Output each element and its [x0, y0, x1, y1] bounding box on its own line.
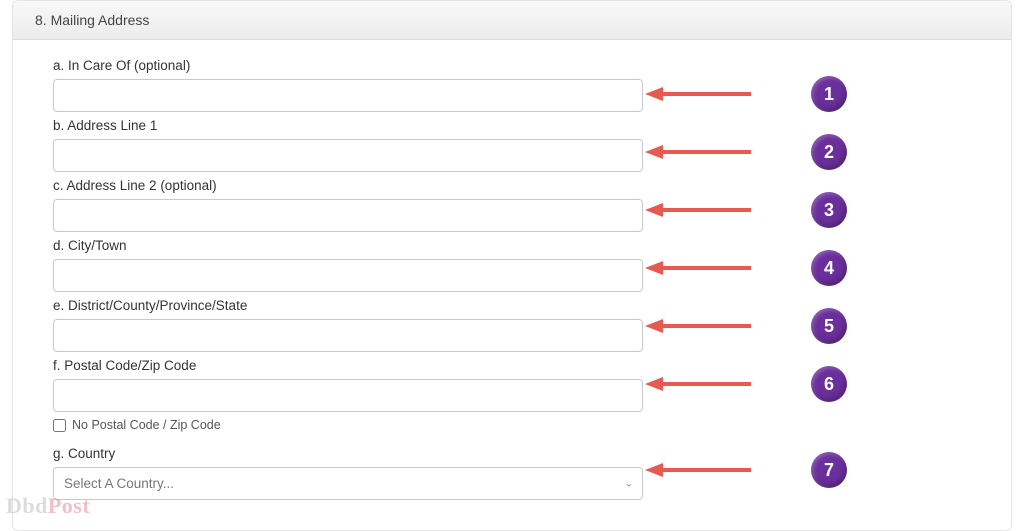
label-address-line-2: c. Address Line 2 (optional)	[53, 178, 971, 193]
label-no-postal-code: No Postal Code / Zip Code	[72, 418, 221, 432]
watermark: DbdPost	[6, 493, 90, 519]
no-postal-code-row: No Postal Code / Zip Code	[53, 418, 971, 432]
select-country[interactable]: Select A Country...	[53, 467, 643, 500]
label-country: g. Country	[53, 446, 971, 461]
label-in-care-of: a. In Care Of (optional)	[53, 58, 971, 73]
field-address-line-2: c. Address Line 2 (optional)	[53, 178, 971, 232]
label-district: e. District/County/Province/State	[53, 298, 971, 313]
input-address-line-1[interactable]	[53, 139, 643, 172]
input-in-care-of[interactable]	[53, 79, 643, 112]
input-district[interactable]	[53, 319, 643, 352]
watermark-part1: Dbd	[6, 493, 48, 518]
field-address-line-1: b. Address Line 1	[53, 118, 971, 172]
label-city-town: d. City/Town	[53, 238, 971, 253]
label-address-line-1: b. Address Line 1	[53, 118, 971, 133]
select-country-wrap: Select A Country... ⌄	[53, 467, 643, 500]
input-address-line-2[interactable]	[53, 199, 643, 232]
checkbox-no-postal-code[interactable]	[53, 419, 66, 432]
input-city-town[interactable]	[53, 259, 643, 292]
panel-body: a. In Care Of (optional) b. Address Line…	[13, 40, 1011, 530]
field-district: e. District/County/Province/State	[53, 298, 971, 352]
field-country: g. Country Select A Country... ⌄	[53, 446, 971, 500]
section-heading: 8. Mailing Address	[13, 1, 1011, 40]
field-postal-code: f. Postal Code/Zip Code No Postal Code /…	[53, 358, 971, 432]
field-in-care-of: a. In Care Of (optional)	[53, 58, 971, 112]
field-city-town: d. City/Town	[53, 238, 971, 292]
watermark-part2: Post	[48, 493, 90, 518]
mailing-address-panel: 8. Mailing Address a. In Care Of (option…	[12, 0, 1012, 531]
label-postal-code: f. Postal Code/Zip Code	[53, 358, 971, 373]
input-postal-code[interactable]	[53, 379, 643, 412]
